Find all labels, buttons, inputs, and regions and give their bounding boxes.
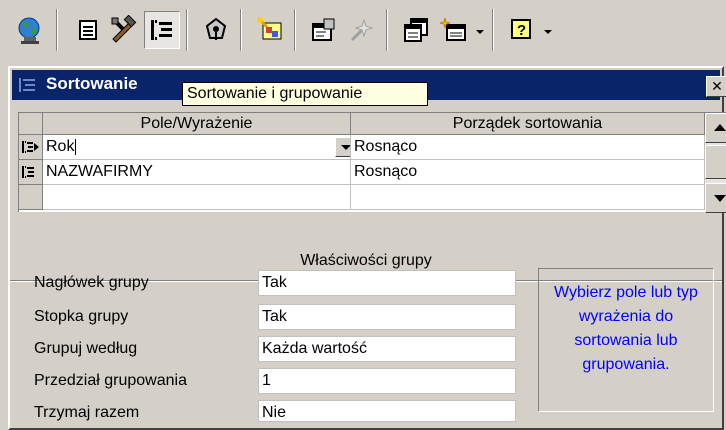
scroll-thumb[interactable] [705, 145, 726, 179]
group-header-value[interactable]: Tak [258, 270, 516, 296]
group-footer-value[interactable]: Tak [258, 304, 516, 330]
sorting-grouping-icon [151, 20, 172, 40]
row-selector[interactable] [19, 185, 43, 210]
database-window-icon[interactable] [398, 11, 434, 49]
keep-together-label: Trzymaj razem [34, 404, 140, 421]
group-header-label: Nagłówek grupy [34, 274, 149, 291]
build-icon[interactable] [344, 11, 380, 49]
group-on-value[interactable]: Każda wartość [258, 336, 516, 362]
globe-icon[interactable] [12, 11, 48, 49]
group-interval-value[interactable]: 1 [258, 368, 516, 394]
close-icon: ✕ [711, 78, 723, 95]
field-expression-cell[interactable]: Rok [43, 135, 351, 160]
tooltip: Sortowanie i grupowanie [182, 82, 428, 106]
properties-icon[interactable] [70, 11, 106, 49]
field-expression-cell[interactable] [43, 185, 351, 210]
group-icon [22, 166, 34, 178]
svg-text:?: ? [517, 22, 526, 39]
sort-order-cell[interactable]: Rosnąco [351, 160, 705, 185]
field-expression-value: Rok [46, 138, 75, 155]
dialog-title: Sortowanie [46, 74, 138, 93]
close-button[interactable]: ✕ [706, 76, 726, 97]
sorting-grouping-button[interactable] [144, 11, 180, 49]
column-header-field[interactable]: Pole/Wyrażenie [43, 113, 351, 135]
help-icon[interactable]: ? [504, 11, 540, 49]
group-on-label: Grupuj według [34, 340, 138, 357]
row-selector[interactable] [19, 135, 43, 160]
keep-together-value[interactable]: Nie [258, 400, 516, 422]
group-footer-label: Stopka grupy [34, 308, 129, 325]
row-selector[interactable] [19, 160, 43, 185]
scroll-down-button[interactable] [705, 183, 726, 213]
scroll-up-button[interactable] [705, 113, 726, 143]
column-header-order[interactable]: Porządek sortowania [351, 113, 705, 135]
sort-order-cell[interactable]: Rosnąco [351, 135, 705, 160]
toolbar: ? [0, 0, 726, 60]
toolbox-icon[interactable] [106, 11, 142, 49]
field-dropdown-button[interactable] [335, 137, 350, 157]
field-expression-cell[interactable]: NAZWAFIRMY [43, 160, 351, 185]
vertical-scrollbar[interactable] [705, 113, 726, 213]
help-dropdown-icon[interactable] [544, 30, 552, 34]
sorting-grouping-dialog: Sortowanie Sortowanie i grupowanie ✕ Pol… [8, 66, 726, 430]
text-caret [75, 138, 77, 155]
grid-corner [19, 113, 43, 135]
sort-order-cell[interactable] [351, 185, 705, 210]
new-object-icon[interactable] [436, 11, 472, 49]
field-list-icon[interactable] [198, 11, 234, 49]
new-object-dropdown-icon[interactable] [476, 30, 484, 34]
code-icon[interactable] [306, 11, 342, 49]
sorting-grouping-icon [19, 78, 35, 92]
help-text: Wybierz pole lub typ wyrażenia do sortow… [538, 268, 714, 412]
current-row-group-icon [22, 141, 39, 153]
sorting-grid: Pole/Wyrażenie Porządek sortowania Rok R… [18, 112, 726, 213]
group-interval-label: Przedział grupowania [34, 372, 187, 389]
autoformat-icon[interactable] [252, 11, 288, 49]
